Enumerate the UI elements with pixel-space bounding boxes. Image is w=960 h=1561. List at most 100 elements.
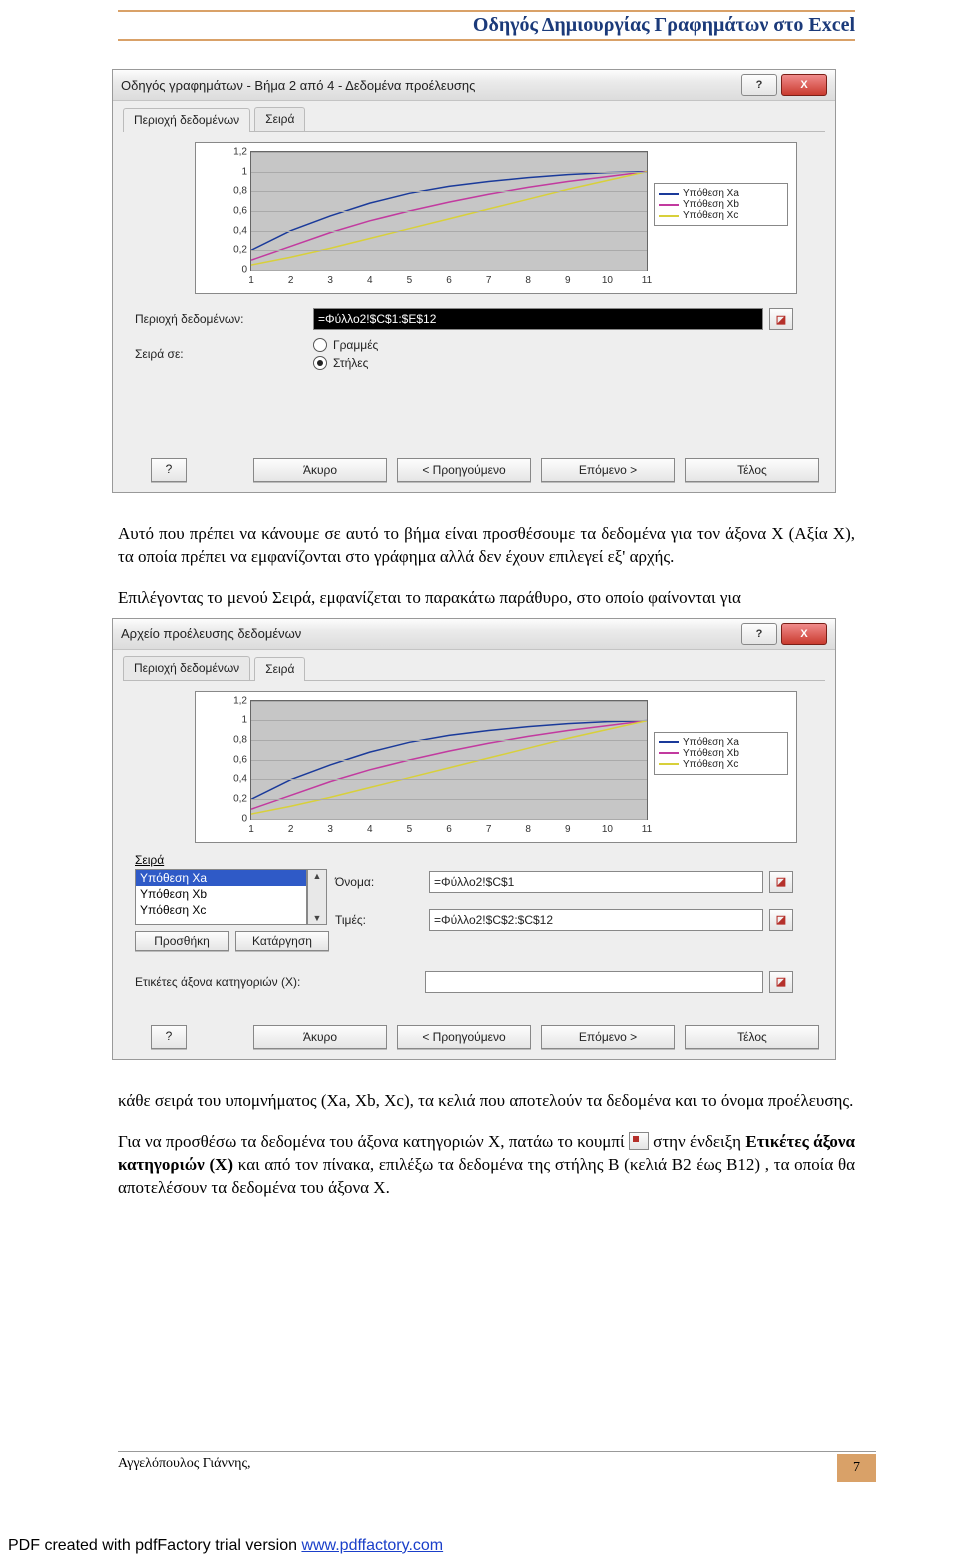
x-axis-tick-label: 3 <box>327 275 333 286</box>
radio-rows[interactable]: Γραμμές <box>313 338 763 352</box>
x-axis-tick-label: 2 <box>288 275 294 286</box>
prev-button[interactable]: < Προηγούμενο <box>397 1025 531 1049</box>
chart-plot-area: 00,20,40,60,811,21234567891011 <box>250 151 648 271</box>
range-picker-button[interactable]: ◪ <box>769 909 793 931</box>
y-axis-tick-label: 1,2 <box>217 695 247 706</box>
legend-label: Υπόθεση Χc <box>683 759 738 770</box>
series-values-input[interactable]: =Φύλλο2!$C$2:$C$12 <box>429 909 763 931</box>
tab-data-range[interactable]: Περιοχή δεδομένων <box>123 656 250 680</box>
chart-legend: Υπόθεση Χa Υπόθεση Χb Υπόθεση Χc <box>654 183 788 226</box>
pdffactory-link[interactable]: www.pdffactory.com <box>301 1537 443 1554</box>
chart-preview: 00,20,40,60,811,21234567891011 Υπόθεση Χ… <box>195 691 797 843</box>
next-button[interactable]: Επόμενο > <box>541 1025 675 1049</box>
x-axis-tick-label: 4 <box>367 275 373 286</box>
range-picker-icon <box>629 1132 649 1150</box>
list-item[interactable]: Υπόθεση Xc <box>136 902 306 918</box>
dialog-title: Οδηγός γραφημάτων - Βήμα 2 από 4 - Δεδομ… <box>121 78 475 93</box>
chart-legend: Υπόθεση Χa Υπόθεση Χb Υπόθεση Χc <box>654 732 788 775</box>
x-axis-tick-label: 7 <box>486 275 492 286</box>
dialog-titlebar[interactable]: Οδηγός γραφημάτων - Βήμα 2 από 4 - Δεδομ… <box>113 70 835 101</box>
legend-label: Υπόθεση Χa <box>683 737 739 748</box>
list-item[interactable]: Υπόθεση Xb <box>136 886 306 902</box>
scroll-down-icon: ▼ <box>313 912 322 924</box>
x-axis-tick-label: 9 <box>565 275 571 286</box>
x-axis-tick-label: 6 <box>446 824 452 835</box>
y-axis-tick-label: 0,8 <box>217 186 247 197</box>
help-button[interactable]: ? <box>151 1025 187 1049</box>
window-close-button[interactable]: X <box>781 623 827 645</box>
cancel-button[interactable]: Άκυρο <box>253 458 387 482</box>
series-listbox[interactable]: Υπόθεση Χa Υπόθεση Xb Υπόθεση Xc <box>135 869 307 925</box>
x-axis-tick-label: 1 <box>248 824 254 835</box>
remove-series-button[interactable]: Κατάργηση <box>235 931 329 951</box>
range-picker-button[interactable]: ◪ <box>769 871 793 893</box>
window-close-button[interactable]: X <box>781 74 827 96</box>
legend-swatch-icon <box>659 204 679 206</box>
range-picker-button[interactable]: ◪ <box>769 308 793 330</box>
x-axis-tick-label: 10 <box>602 824 613 835</box>
prev-button[interactable]: < Προηγούμενο <box>397 458 531 482</box>
window-help-button[interactable]: ? <box>741 74 777 96</box>
x-axis-tick-label: 4 <box>367 824 373 835</box>
category-axis-labels-input[interactable] <box>425 971 763 993</box>
tabs: Περιοχή δεδομένων Σειρά <box>123 107 825 132</box>
tabs: Περιοχή δεδομένων Σειρά <box>123 656 825 681</box>
tab-data-range[interactable]: Περιοχή δεδομένων <box>123 108 250 132</box>
x-axis-tick-label: 2 <box>288 824 294 835</box>
tab-series[interactable]: Σειρά <box>254 107 305 131</box>
scrollbar[interactable]: ▲ ▼ <box>307 869 327 925</box>
finish-button[interactable]: Τέλος <box>685 1025 819 1049</box>
x-axis-tick-label: 8 <box>525 275 531 286</box>
body-paragraph-2: Επιλέγοντας το μενού Σειρά, εμφανίζεται … <box>118 587 855 610</box>
data-range-input[interactable]: =Φύλλο2!$C$1:$E$12 <box>313 308 763 330</box>
y-axis-tick-label: 0,6 <box>217 206 247 217</box>
category-axis-labels-label: Ετικέτες άξονα κατηγοριών (X): <box>135 975 419 989</box>
page-number: 7 <box>837 1454 876 1482</box>
add-series-button[interactable]: Προσθήκη <box>135 931 229 951</box>
data-source-dialog: Αρχείο προέλευσης δεδομένων ? X Περιοχή … <box>112 618 836 1060</box>
finish-button[interactable]: Τέλος <box>685 458 819 482</box>
radio-icon <box>313 338 327 352</box>
range-picker-icon: ◪ <box>776 975 786 988</box>
range-picker-button[interactable]: ◪ <box>769 971 793 993</box>
next-button[interactable]: Επόμενο > <box>541 458 675 482</box>
tab-series[interactable]: Σειρά <box>254 657 305 681</box>
series-in-label: Σειρά σε: <box>135 347 307 361</box>
scroll-up-icon: ▲ <box>313 870 322 882</box>
help-button[interactable]: ? <box>151 458 187 482</box>
radio-icon <box>313 356 327 370</box>
x-axis-tick-label: 9 <box>565 824 571 835</box>
page-footer: Αγγελόπουλος Γιάννης, 7 <box>118 1451 876 1482</box>
header-rule-top <box>118 10 855 12</box>
window-help-button[interactable]: ? <box>741 623 777 645</box>
text-run: Για να προσθέσω τα δεδομένα του άξονα κα… <box>118 1132 629 1151</box>
text-run: PDF created with pdfFactory trial versio… <box>8 1537 301 1554</box>
legend-swatch-icon <box>659 193 679 195</box>
y-axis-tick-label: 0,4 <box>217 774 247 785</box>
series-group-label: Σειρά <box>135 853 797 867</box>
list-item[interactable]: Υπόθεση Χa <box>136 870 306 886</box>
y-axis-tick-label: 0,4 <box>217 225 247 236</box>
legend-swatch-icon <box>659 763 679 765</box>
data-range-label: Περιοχή δεδομένων: <box>135 312 307 326</box>
chart-preview: 00,20,40,60,811,21234567891011 Υπόθεση Χ… <box>195 142 797 294</box>
x-axis-tick-label: 5 <box>407 275 413 286</box>
pdf-creator-footer: PDF created with pdfFactory trial versio… <box>8 1537 443 1555</box>
chart-plot-area: 00,20,40,60,811,21234567891011 <box>250 700 648 820</box>
cancel-button[interactable]: Άκυρο <box>253 1025 387 1049</box>
x-axis-tick-label: 7 <box>486 824 492 835</box>
range-picker-icon: ◪ <box>776 313 786 326</box>
radio-cols-label: Στήλες <box>333 356 368 370</box>
y-axis-tick-label: 1 <box>217 166 247 177</box>
y-axis-tick-label: 1 <box>217 715 247 726</box>
x-axis-tick-label: 1 <box>248 275 254 286</box>
body-paragraph-4: Για να προσθέσω τα δεδομένα του άξονα κα… <box>118 1131 855 1200</box>
y-axis-tick-label: 0 <box>217 265 247 276</box>
x-axis-tick-label: 11 <box>642 275 652 286</box>
radio-columns[interactable]: Στήλες <box>313 356 763 370</box>
x-axis-tick-label: 3 <box>327 824 333 835</box>
series-name-input[interactable]: =Φύλλο2!$C$1 <box>429 871 763 893</box>
dialog-titlebar[interactable]: Αρχείο προέλευσης δεδομένων ? X <box>113 619 835 650</box>
y-axis-tick-label: 0,2 <box>217 245 247 256</box>
legend-swatch-icon <box>659 215 679 217</box>
